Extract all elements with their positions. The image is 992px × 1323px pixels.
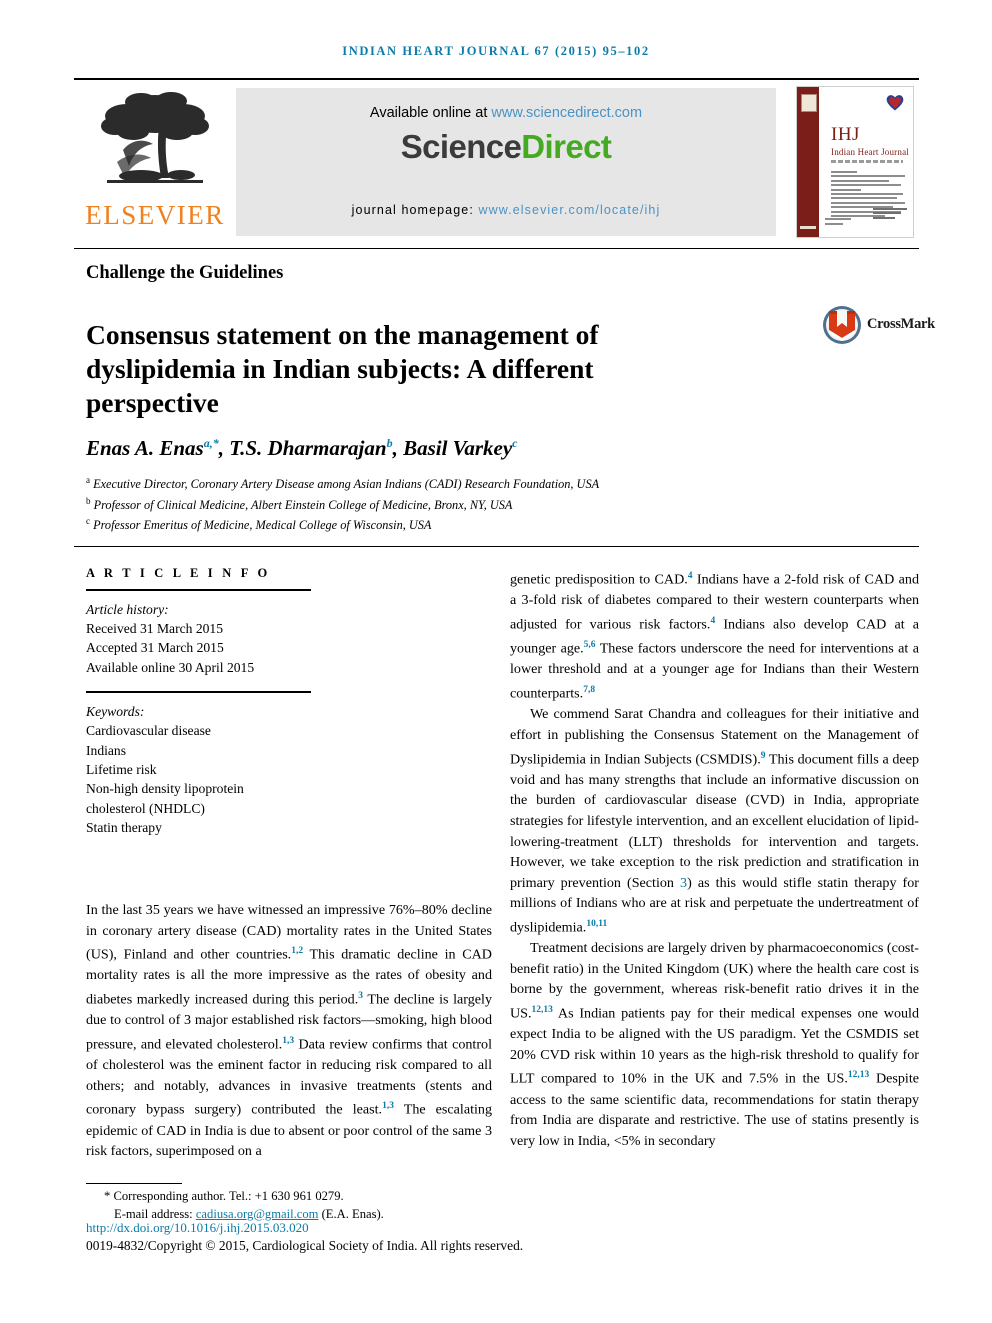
article-info-rule — [86, 589, 311, 591]
cover-spine-footer-mark — [800, 226, 816, 229]
citation-reference[interactable]: 12,13 — [848, 1070, 869, 1080]
crossmark-badge[interactable]: CrossMark — [822, 305, 935, 345]
cover-publisher-mark — [873, 207, 907, 221]
paragraph: In the last 35 years we have witnessed a… — [86, 902, 493, 1160]
sciencedirect-logo-direct: Direct — [521, 128, 612, 165]
article-history-item: Available online 30 April 2015 — [86, 659, 255, 675]
article-history-item: Accepted 31 March 2015 — [86, 640, 224, 656]
paragraph: genetic predisposition to CAD.4 Indians … — [510, 571, 919, 702]
section-label: Challenge the Guidelines — [86, 263, 284, 283]
elsevier-tree-icon — [101, 92, 209, 183]
copyright-line: 0019-4832/Copyright © 2015, Cardiologica… — [86, 1238, 524, 1253]
sciencedirect-panel: Available online at www.sciencedirect.co… — [236, 88, 776, 236]
corresponding-author-text: Corresponding author. Tel.: +1 630 961 0… — [113, 1189, 344, 1203]
running-head: INDIAN HEART JOURNAL 67 (2015) 95–102 — [342, 44, 650, 58]
journal-homepage-line: journal homepage: www.elsevier.com/locat… — [236, 203, 776, 217]
author-1-marks[interactable]: a,* — [204, 436, 219, 450]
affiliation-mark: a — [86, 475, 90, 485]
article-history-block: Article history: Received 31 March 2015 … — [86, 600, 492, 678]
inline-section-link[interactable]: 3 — [680, 875, 687, 891]
page-title: Consensus statement on the management of… — [86, 319, 599, 419]
citation-reference[interactable]: 12,13 — [532, 1005, 553, 1015]
keywords-label: Keywords: — [86, 703, 145, 719]
available-online-text: Available online at — [369, 105, 492, 121]
journal-cover-thumbnail: IHJ Indian Heart Journal — [796, 86, 914, 238]
citation-reference[interactable]: 1,3 — [382, 1101, 394, 1111]
author-2-marks[interactable]: b — [387, 436, 393, 450]
affiliation-mark: c — [86, 516, 90, 527]
journal-article-page: INDIAN HEART JOURNAL 67 (2015) 95–102 EL… — [0, 0, 992, 1323]
author-name-1: Enas A. Enas — [86, 436, 204, 460]
sciencedirect-logo-science: Science — [400, 128, 522, 165]
authors-bottom-rule — [74, 546, 919, 547]
keywords-block: Keywords: Cardiovascular disease Indians… — [86, 702, 492, 838]
left-column-body: In the last 35 years we have witnessed a… — [86, 900, 492, 1162]
keywords-rule — [86, 691, 311, 693]
citation-reference[interactable]: 5,6 — [584, 640, 596, 650]
affiliation-item: a Executive Director, Coronary Artery Di… — [86, 472, 846, 493]
affiliation-list: a Executive Director, Coronary Artery Di… — [86, 472, 846, 534]
article-info-heading: A R T I C L E I N F O — [86, 566, 271, 580]
keyword-item: Cardiovascular disease — [86, 723, 211, 739]
author-list: Enas A. Enasa,*, T.S. Dharmarajanb, Basi… — [86, 436, 518, 460]
affiliation-text: Executive Director, Coronary Artery Dise… — [93, 477, 600, 492]
masthead: ELSEVIER Available online at www.science… — [74, 78, 919, 240]
journal-homepage-label: journal homepage: — [351, 203, 479, 217]
cover-spine-emblem — [801, 94, 817, 112]
footnote-block: * Corresponding author. Tel.: +1 630 961… — [86, 1188, 506, 1223]
affiliation-text: Professor Emeritus of Medicine, Medical … — [93, 518, 432, 533]
journal-homepage-link[interactable]: www.elsevier.com/locate/ihj — [478, 203, 660, 217]
keyword-item: cholesterol (NHDLC) — [86, 800, 205, 816]
citation-reference[interactable]: 10,11 — [586, 919, 607, 929]
cover-abbrev: IHJ — [831, 124, 860, 145]
author-3-marks[interactable]: c — [512, 436, 517, 450]
keyword-item: Statin therapy — [86, 820, 162, 836]
right-column-body: genetic predisposition to CAD.4 Indians … — [510, 566, 919, 1152]
author-name-2: T.S. Dharmarajan — [229, 436, 387, 460]
crossmark-icon — [823, 306, 861, 344]
footnote-rule — [86, 1183, 182, 1185]
article-history-item: Received 31 March 2015 — [86, 621, 224, 636]
keyword-item: Non-high density lipoprotein — [86, 781, 244, 797]
author-name-3: Basil Varkey — [403, 436, 513, 460]
sciencedirect-logo: ScienceDirect — [236, 128, 776, 166]
keyword-item: Lifetime risk — [86, 762, 157, 778]
keyword-item: Indians — [86, 742, 127, 758]
paragraph: Treatment decisions are largely driven b… — [510, 940, 919, 1149]
crossmark-label: CrossMark — [867, 316, 935, 332]
cover-subtitle-rule — [831, 160, 903, 163]
available-online-line: Available online at www.sciencedirect.co… — [236, 105, 776, 121]
corresponding-author-note: * Corresponding author. Tel.: +1 630 961… — [104, 1189, 344, 1203]
citation-reference[interactable]: 1,3 — [282, 1036, 294, 1046]
cover-journal-title: Indian Heart Journal — [831, 147, 909, 157]
email-suffix: (E.A. Enas). — [318, 1206, 384, 1221]
doi-text: http://dx.doi.org/10.1016/j.ihj.2015.03.… — [86, 1220, 309, 1235]
affiliation-text: Professor of Clinical Medicine, Albert E… — [93, 497, 513, 512]
citation-reference[interactable]: 1,2 — [291, 946, 303, 956]
email-link[interactable]: cadiusa.org@gmail.com — [196, 1207, 319, 1221]
email-label: E-mail address: — [114, 1206, 196, 1221]
affiliation-item: b Professor of Clinical Medicine, Albert… — [86, 493, 846, 514]
citation-reference[interactable]: 4 — [710, 616, 715, 626]
citation-reference[interactable]: 7,8 — [583, 685, 595, 695]
citation-reference[interactable]: 4 — [688, 571, 693, 581]
cover-issue-mark — [825, 218, 851, 227]
article-history-label: Article history: — [86, 601, 169, 617]
elsevier-logo: ELSEVIER — [82, 88, 228, 236]
affiliation-mark: b — [86, 495, 91, 506]
masthead-top-rule — [74, 78, 919, 80]
elsevier-wordmark: ELSEVIER — [85, 200, 225, 230]
affiliation-item: c Professor Emeritus of Medicine, Medica… — [86, 513, 846, 534]
citation-reference[interactable]: 9 — [761, 751, 766, 761]
citation-reference[interactable]: 3 — [358, 991, 363, 1001]
masthead-bottom-rule — [74, 248, 919, 249]
paragraph: We commend Sarat Chandra and colleagues … — [510, 706, 919, 936]
article-info-column: A R T I C L E I N F O Article history: R… — [86, 566, 492, 838]
heart-logo-icon — [886, 95, 904, 111]
doi-link[interactable]: http://dx.doi.org/10.1016/j.ihj.2015.03.… — [86, 1220, 309, 1236]
sciencedirect-link[interactable]: www.sciencedirect.com — [491, 105, 642, 121]
